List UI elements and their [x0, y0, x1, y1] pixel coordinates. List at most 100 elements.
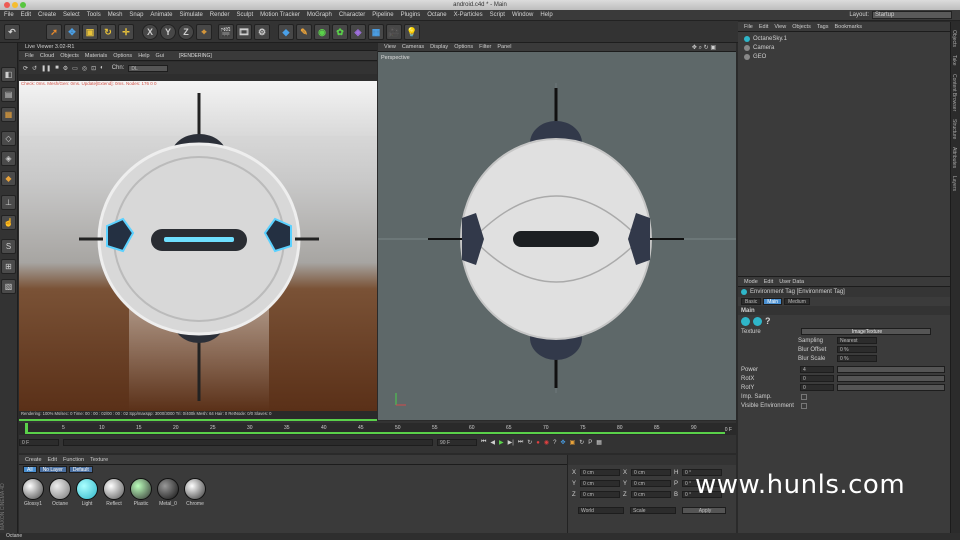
pick-focus-icon[interactable]: ◎ [82, 65, 87, 72]
menu-item-window[interactable]: Window [512, 12, 533, 18]
undo-icon[interactable]: ↶ [4, 24, 20, 40]
polygons-mode-icon[interactable]: ◆ [1, 171, 16, 186]
visible-env-checkbox[interactable] [801, 402, 807, 409]
sub-param-value[interactable]: 0 % [837, 346, 877, 353]
coord-field-b[interactable]: 0 cm [631, 491, 671, 498]
filter-no-layer[interactable]: No Layer [38, 466, 67, 473]
position-key-icon[interactable]: ✥ [561, 439, 566, 446]
render-view-icon[interactable]: 🎬 [218, 24, 234, 40]
coord-field-a[interactable]: 0 cm [580, 469, 620, 476]
menu-item-snap[interactable]: Snap [129, 12, 143, 18]
send-scene-icon[interactable]: ⟳ [23, 65, 28, 72]
object-row[interactable]: OctaneSky.1 [738, 34, 950, 43]
pause-render-icon[interactable]: ❚❚ [41, 65, 51, 72]
env-param-value[interactable]: 0 [800, 375, 834, 382]
enable-axis-icon[interactable]: ⊥ [1, 195, 16, 210]
rotate-tool-icon[interactable]: ↻ [100, 24, 116, 40]
prev-key-icon[interactable]: ◀ [490, 439, 495, 446]
menu-item-help[interactable]: Help [540, 12, 552, 18]
pen-spline-icon[interactable]: ✎ [296, 24, 312, 40]
points-mode-icon[interactable]: ◇ [1, 131, 16, 146]
attr-menu-user-data[interactable]: User Data [779, 279, 804, 285]
mat-menu-texture[interactable]: Texture [90, 457, 108, 463]
attr-menu-mode[interactable]: Mode [744, 279, 758, 285]
time-slider[interactable] [63, 439, 433, 446]
lv-menu-file[interactable]: File [25, 53, 34, 59]
coord-field-a[interactable]: 0 cm [580, 491, 620, 498]
lock-icon[interactable]: ⊡ [91, 65, 96, 72]
obj-menu-tags[interactable]: Tags [817, 24, 829, 30]
scale-tool-icon[interactable]: ▣ [82, 24, 98, 40]
help-icon[interactable]: ? [765, 316, 771, 326]
model-mode-icon[interactable]: ▤ [1, 87, 16, 102]
snap-icon[interactable]: S [1, 239, 16, 254]
settings-icon[interactable]: ⚙ [63, 65, 68, 72]
material-swatch[interactable]: Octane [48, 478, 72, 507]
timeline-window-icon[interactable]: ▦ [596, 439, 602, 446]
obj-menu-file[interactable]: File [744, 24, 753, 30]
menu-item-character[interactable]: Character [339, 12, 365, 18]
layout-dropdown[interactable]: Startup [872, 11, 952, 19]
mat-menu-create[interactable]: Create [25, 457, 42, 463]
env-param-slider[interactable] [837, 366, 945, 373]
minimize-window-button[interactable] [12, 2, 18, 8]
tab-basic[interactable]: Basic [741, 298, 762, 305]
menu-item-edit[interactable]: Edit [21, 12, 31, 18]
workplane-icon[interactable]: ⊞ [1, 259, 16, 274]
sky-env-icon[interactable] [741, 316, 750, 326]
side-tab-objects[interactable]: Objects [951, 30, 957, 47]
cloner-icon[interactable]: ✿ [332, 24, 348, 40]
tweak-mode-icon[interactable]: ☝ [1, 215, 16, 230]
side-tab-take[interactable]: Take [951, 55, 957, 66]
channel-select[interactable]: DL [128, 64, 169, 72]
material-swatch[interactable]: Plastic [129, 478, 153, 507]
edges-mode-icon[interactable]: ◈ [1, 151, 16, 166]
menu-item-sculpt[interactable]: Sculpt [236, 12, 253, 18]
menu-item-plugins[interactable]: Plugins [401, 12, 421, 18]
daylight-env-icon[interactable] [753, 316, 762, 326]
material-swatch[interactable]: Light [75, 478, 99, 507]
recent-tools-icon[interactable]: ✛ [118, 24, 134, 40]
menu-item-script[interactable]: Script [490, 12, 505, 18]
filter-default[interactable]: Default [68, 466, 93, 473]
mat-menu-function[interactable]: Function [63, 457, 84, 463]
menu-item-animate[interactable]: Animate [150, 12, 172, 18]
lv-menu-gui[interactable]: Gui [156, 53, 165, 59]
light-icon[interactable]: 💡 [404, 24, 420, 40]
sub-param-value[interactable]: 0 % [837, 355, 877, 362]
make-editable-icon[interactable]: ◧ [1, 67, 16, 82]
go-end-icon[interactable]: ⏭ [518, 439, 523, 446]
material-swatch[interactable]: Glossy1 [21, 478, 45, 507]
env-param-value[interactable]: 4 [800, 366, 834, 373]
menu-item-simulate[interactable]: Simulate [179, 12, 202, 18]
record-icon[interactable]: ● [536, 440, 540, 446]
scale-key-icon[interactable]: ▣ [570, 439, 576, 446]
deformer-icon[interactable]: ◈ [350, 24, 366, 40]
end-frame-field[interactable]: 90 F [437, 439, 477, 446]
coord-mode-select[interactable]: World [578, 507, 624, 514]
param-key-icon[interactable]: P [588, 440, 592, 446]
rotation-key-icon[interactable]: ↻ [579, 439, 584, 446]
autokey-icon[interactable]: ◉ [544, 439, 549, 446]
menu-item-mograph[interactable]: MoGraph [307, 12, 332, 18]
floor-icon[interactable]: ▦ [368, 24, 384, 40]
apply-button[interactable]: Apply [682, 507, 726, 514]
menu-item-mesh[interactable]: Mesh [108, 12, 123, 18]
loop-icon[interactable]: ↻ [527, 439, 532, 446]
texture-mode-icon[interactable]: ▦ [1, 107, 16, 122]
key-selection-icon[interactable]: ? [553, 440, 556, 446]
x-axis-lock[interactable]: X [142, 24, 158, 40]
obj-menu-bookmarks[interactable]: Bookmarks [834, 24, 862, 30]
menu-item-file[interactable]: File [4, 12, 14, 18]
env-param-slider[interactable] [837, 375, 945, 382]
live-selection-icon[interactable]: ➚ [46, 24, 62, 40]
stop-render-icon[interactable]: ■ [55, 65, 59, 71]
attr-menu-edit[interactable]: Edit [764, 279, 773, 285]
filter-all[interactable]: All [23, 466, 37, 473]
close-window-button[interactable] [4, 2, 10, 8]
obj-menu-view[interactable]: View [774, 24, 786, 30]
time-range-bar[interactable] [25, 432, 725, 434]
go-start-icon[interactable]: ⏮ [481, 439, 486, 446]
env-param-value[interactable]: 0 [800, 384, 834, 391]
mat-menu-edit[interactable]: Edit [48, 457, 57, 463]
